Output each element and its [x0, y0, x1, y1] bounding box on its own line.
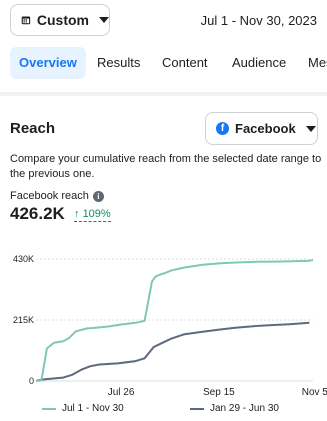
legend-swatch-previous	[190, 407, 204, 410]
calendar-icon	[21, 16, 31, 25]
info-icon[interactable]: i	[92, 190, 104, 202]
metric-label: Facebook reach i	[10, 190, 104, 202]
date-range-text: Jul 1 - Nov 30, 2023	[200, 13, 317, 28]
y-tick-label: 215K	[13, 315, 34, 325]
top-bar: Custom Jul 1 - Nov 30, 2023	[0, 0, 327, 44]
legend-label-current: Jul 1 - Nov 30	[62, 403, 124, 414]
tab-audience[interactable]: Audience	[223, 47, 295, 79]
arrow-up-icon: ↑	[74, 208, 80, 220]
series-line-current	[35, 259, 314, 382]
section-divider	[0, 92, 327, 96]
chevron-down-icon	[305, 125, 316, 132]
metric-value: 426.2K	[10, 204, 65, 223]
facebook-icon: f	[216, 122, 229, 135]
chevron-down-icon	[99, 17, 109, 23]
metric-change-value: 109%	[82, 208, 111, 220]
section-title: Reach	[10, 120, 56, 137]
x-tick-label: Nov 5	[302, 387, 327, 398]
legend-item-current: Jul 1 - Nov 30	[42, 403, 124, 414]
tab-overview[interactable]: Overview	[10, 47, 86, 79]
metric-label-text: Facebook reach	[10, 190, 89, 202]
tab-results[interactable]: Results	[88, 47, 149, 79]
legend-label-previous: Jan 29 - Jun 30	[210, 403, 279, 414]
platform-dropdown[interactable]: f Facebook	[205, 112, 318, 145]
tab-messages[interactable]: Mes	[299, 47, 327, 79]
tab-content[interactable]: Content	[153, 47, 217, 79]
platform-label: Facebook	[235, 121, 296, 136]
tab-bar: Overview Results Content Audience Mes	[0, 47, 327, 80]
date-preset-dropdown[interactable]: Custom	[10, 4, 110, 36]
section-description: Compare your cumulative reach from the s…	[10, 153, 322, 180]
legend-item-previous: Jan 29 - Jun 30	[190, 403, 279, 414]
y-tick-label: 0	[29, 376, 34, 386]
x-tick-label: Sep 15	[203, 387, 235, 398]
y-tick-label: 430K	[13, 254, 34, 264]
reach-line-chart: 430K 215K 0 Jul 26 Sep 15 Nov 5	[13, 254, 327, 398]
legend-swatch-current	[42, 407, 56, 410]
metric-change: ↑ 109%	[74, 208, 111, 222]
x-tick-label: Jul 26	[108, 387, 135, 398]
date-preset-label: Custom	[36, 12, 89, 28]
